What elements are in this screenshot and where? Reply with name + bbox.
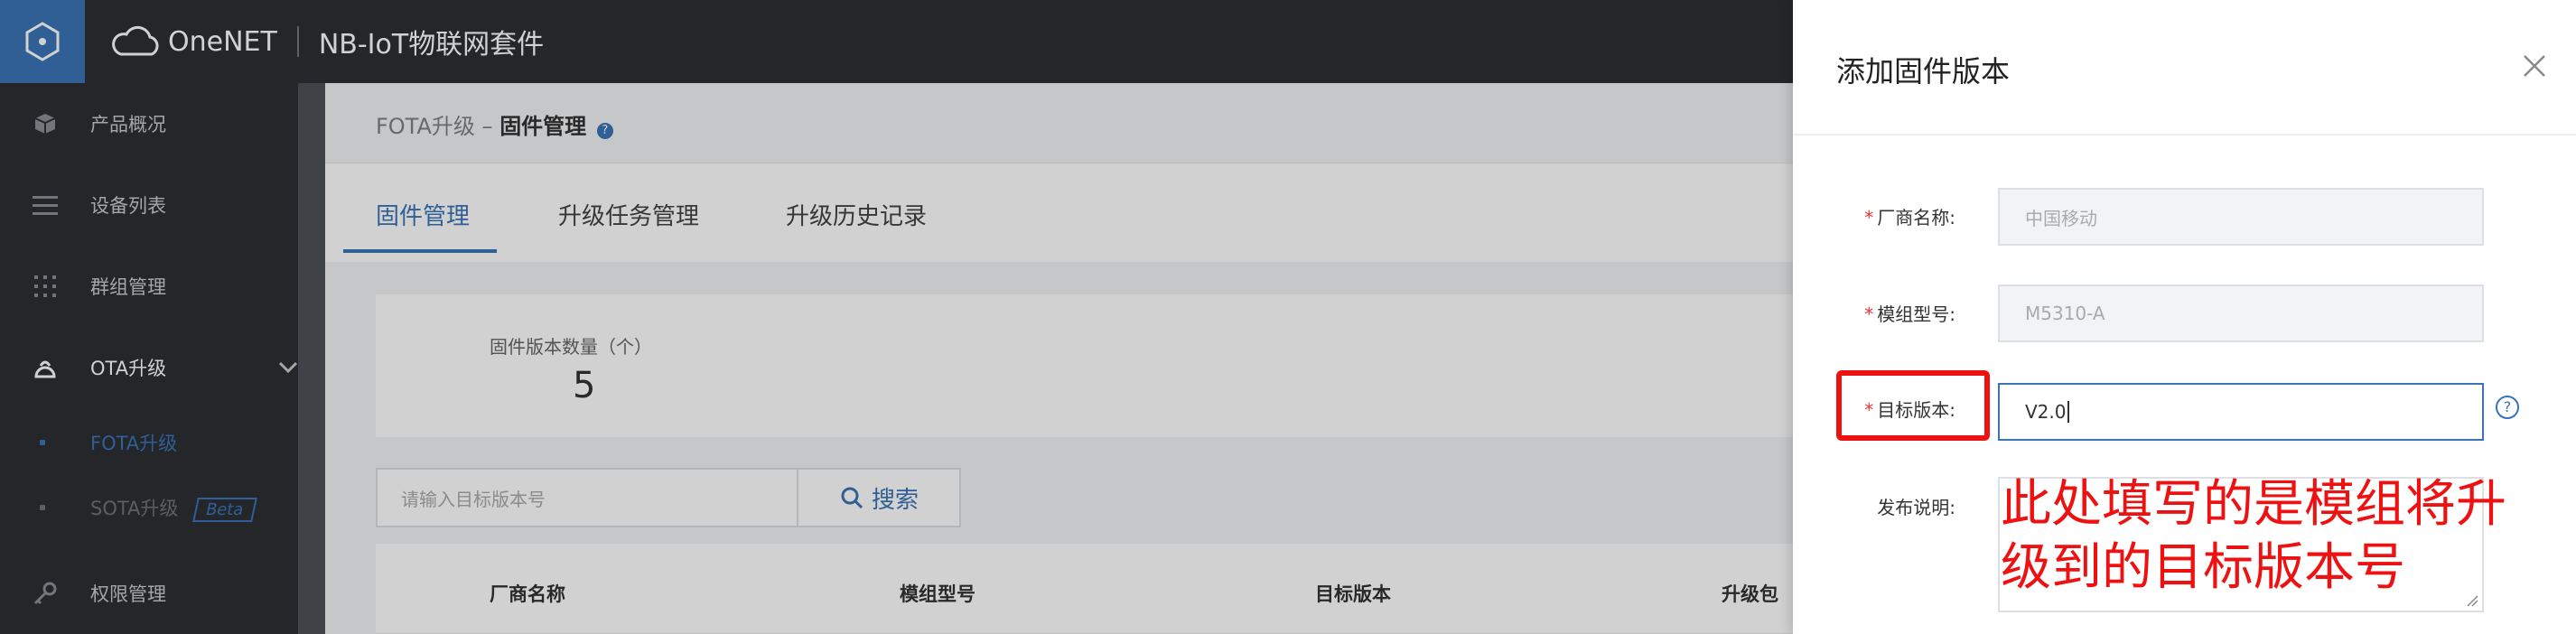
module-label: * 模组型号:: [1811, 300, 1955, 326]
target-version-field[interactable]: V2.0: [1998, 383, 2484, 441]
module-field[interactable]: M5310-A: [1998, 284, 2484, 342]
vendor-label: * 厂商名称:: [1811, 203, 1955, 229]
vendor-field[interactable]: 中国移动: [1998, 188, 2484, 246]
target-version-value: V2.0: [2025, 401, 2067, 423]
release-notes-label: 发布说明:: [1877, 497, 1955, 518]
annotation-highlight: [1836, 370, 1990, 441]
add-firmware-drawer: 添加固件版本 * 厂商名称: 中国移动 * 模组型号: M5310-A * 目标版本:…: [1793, 0, 2576, 634]
text-caret: [2067, 401, 2069, 423]
modal-overlay[interactable]: [0, 0, 1793, 634]
drawer-title: 添加固件版本: [1836, 54, 2011, 89]
required-mark: *: [1864, 207, 1874, 228]
drawer-header: 添加固件版本: [1793, 0, 2576, 135]
page: OneNET NB-IoT物联网套件 产品概况 设备列表 群组管理 OTA升级 …: [0, 0, 2576, 634]
module-value: M5310-A: [2025, 303, 2105, 324]
close-icon[interactable]: [2521, 52, 2548, 79]
vendor-label-text: 厂商名称:: [1877, 207, 1955, 228]
required-mark: *: [1864, 303, 1874, 325]
annotation-text: 此处填写的是模组将升级到的目标版本号: [2001, 475, 2506, 597]
module-label-text: 模组型号:: [1877, 303, 1955, 325]
help-icon[interactable]: ?: [2496, 396, 2519, 419]
vendor-value: 中国移动: [2025, 207, 2097, 229]
